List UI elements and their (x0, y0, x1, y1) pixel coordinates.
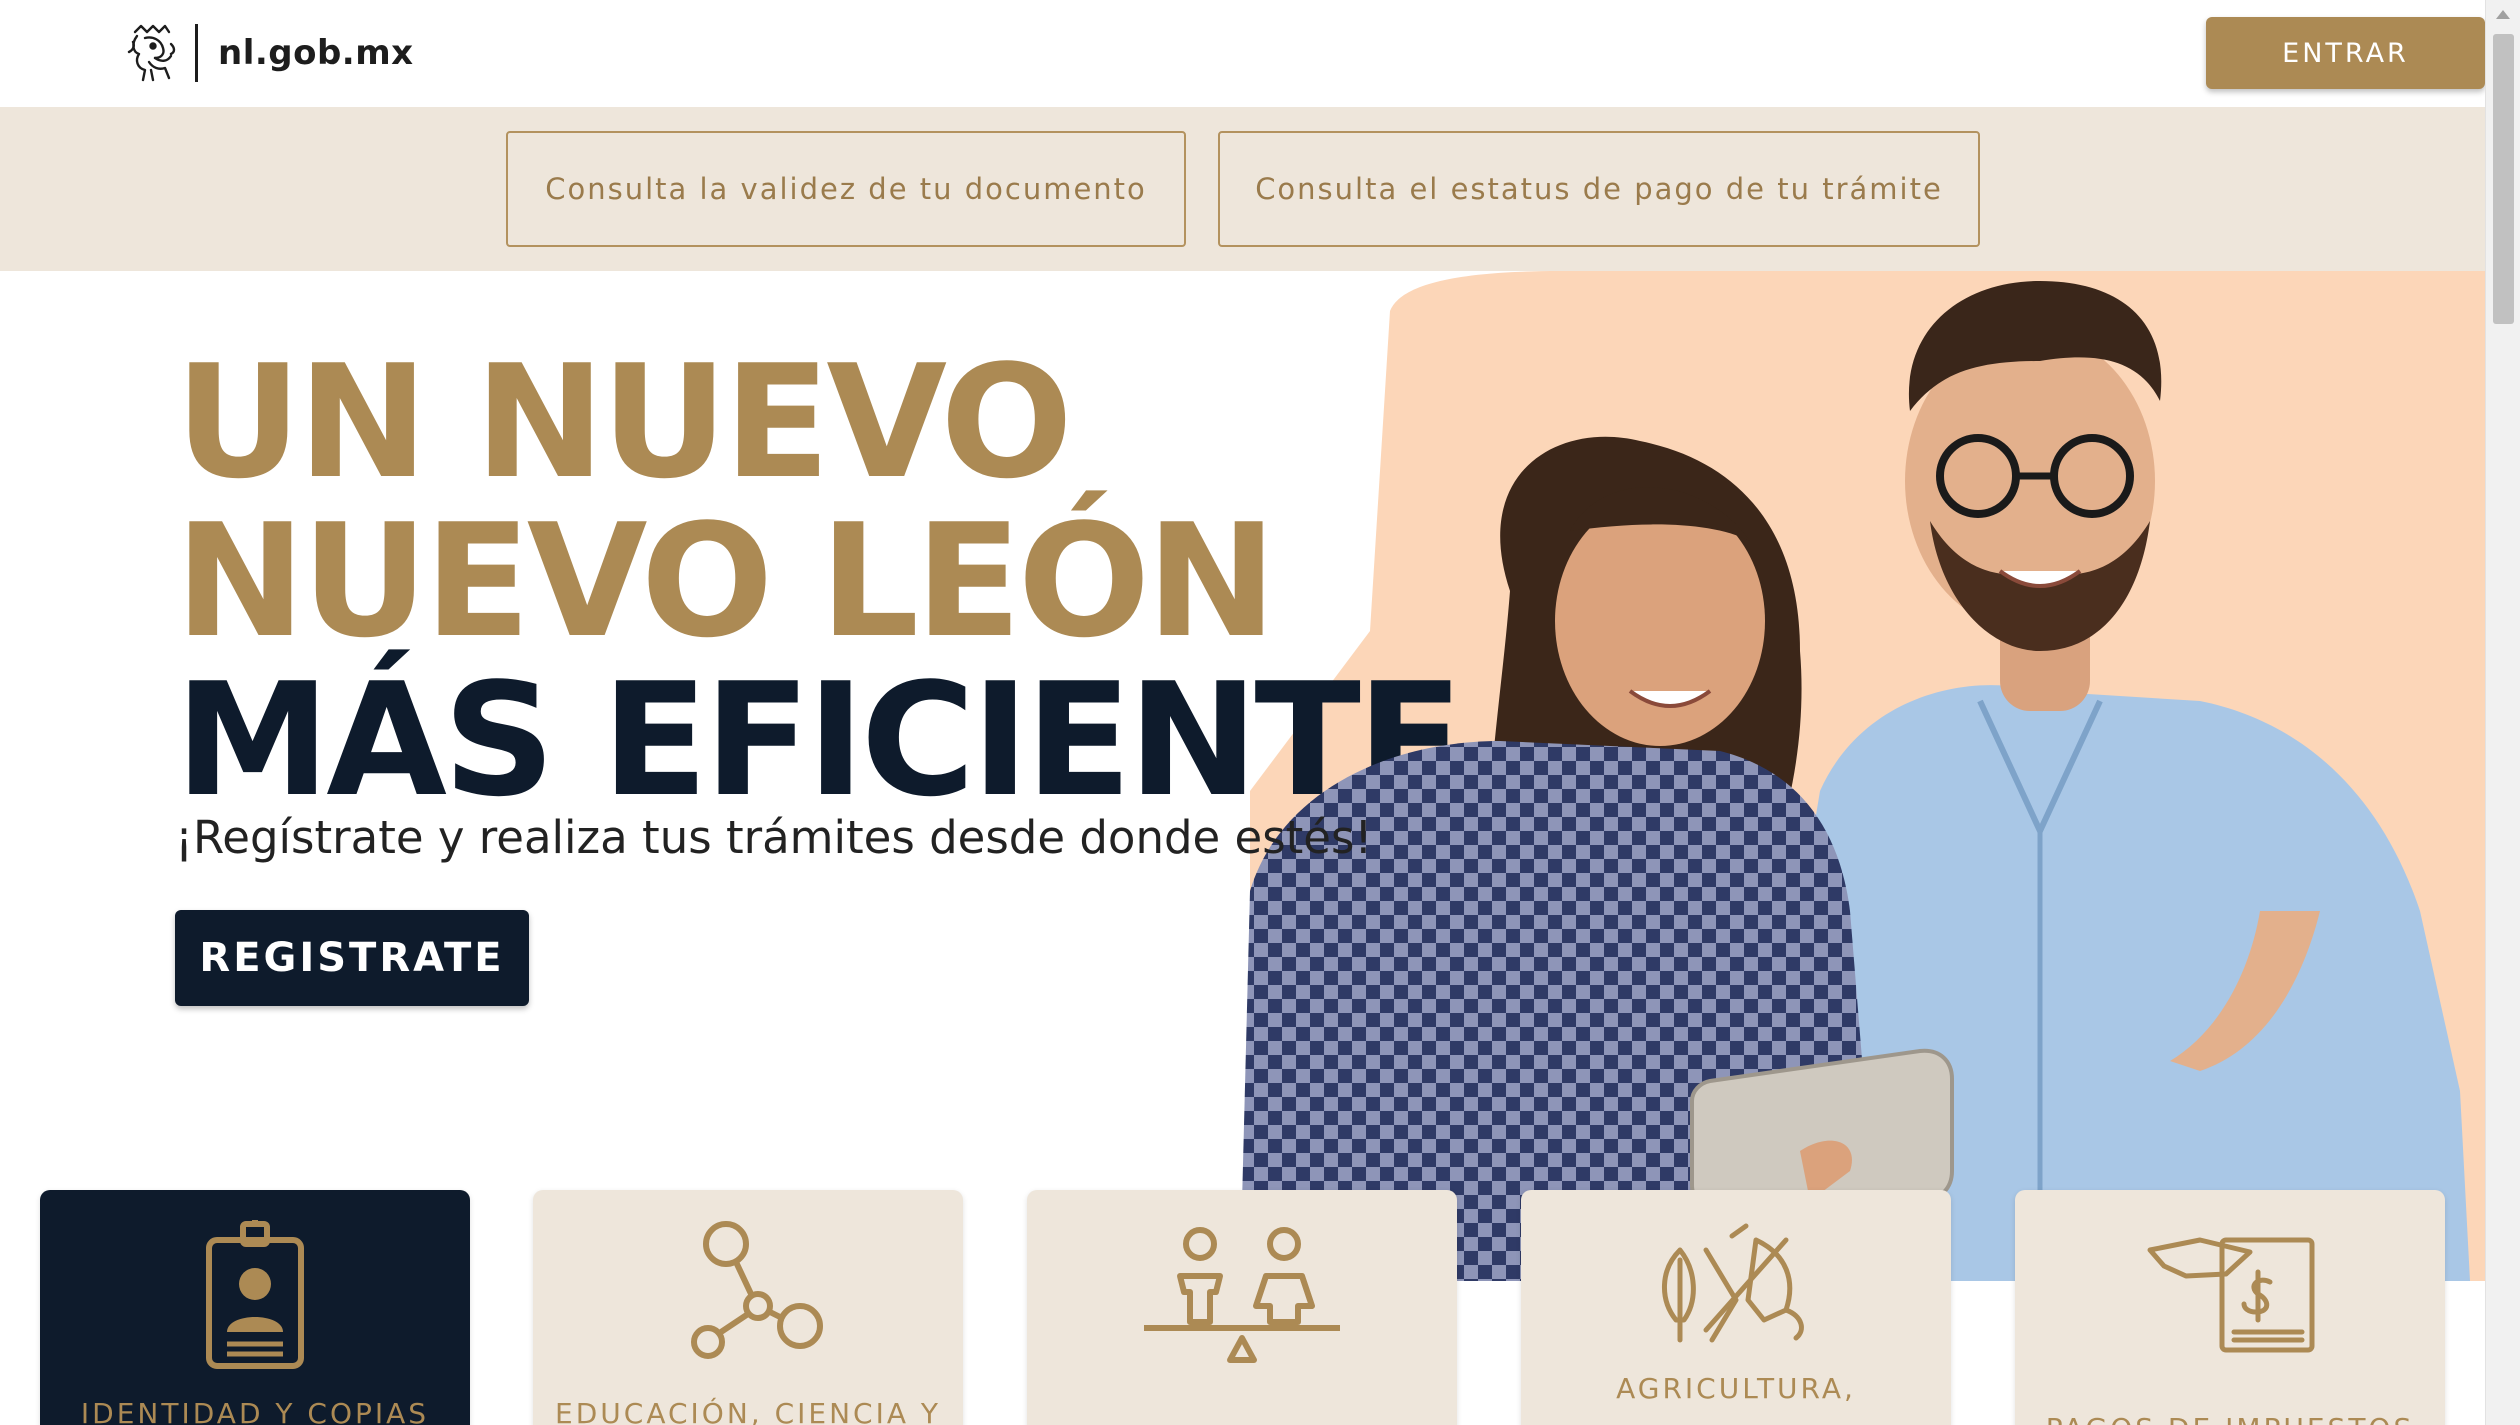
hero-people-illustration (1240, 281, 2470, 1281)
validate-document-button[interactable]: Consulta la validez de tu documento (506, 131, 1186, 247)
category-card-agricultura[interactable]: AGRICULTURA, (1521, 1190, 1951, 1425)
category-card-educacion[interactable]: EDUCACIÓN, CIENCIA Y (533, 1190, 963, 1425)
lion-crest-icon (127, 24, 176, 82)
category-label: IDENTIDAD Y COPIAS (80, 1397, 430, 1425)
logo-divider (195, 24, 198, 82)
login-button[interactable]: ENTRAR (2206, 17, 2485, 89)
register-button[interactable]: REGISTRATE (175, 910, 529, 1006)
network-nodes-icon (691, 1221, 823, 1359)
category-label: PAGOS DE IMPUESTOS (2025, 1410, 2435, 1425)
category-card-pagos[interactable]: PAGOS DE IMPUESTOS (2015, 1190, 2445, 1425)
tax-payment-icon (2147, 1237, 2315, 1353)
plants-animal-icon (1662, 1223, 1804, 1343)
page-scrollbar[interactable] (2485, 0, 2520, 1425)
headline-line-2: NUEVO LEÓN (175, 490, 1277, 672)
scrollbar-thumb[interactable] (2493, 34, 2514, 324)
category-label: AGRICULTURA, (1616, 1372, 1856, 1405)
headline-line-1: UN NUEVO (175, 331, 1073, 513)
payment-status-button[interactable]: Consulta el estatus de pago de tu trámit… (1218, 131, 1980, 247)
scroll-up-icon[interactable] (2496, 10, 2510, 19)
site-logo[interactable]: nl.gob.mx (125, 22, 414, 84)
category-label: EDUCACIÓN, CIENCIA Y (555, 1397, 941, 1425)
logo-text: nl.gob.mx (218, 33, 414, 73)
quick-links-band: Consulta la validez de tu documento Cons… (0, 107, 2485, 271)
hero-subtitle: ¡Regístrate y realiza tus trámites desde… (175, 811, 1373, 864)
id-badge-icon (206, 1220, 304, 1369)
category-cards: IDENTIDAD Y COPIAS EDUCACIÓN, CIENCIA Y (0, 1190, 2485, 1425)
category-card-igualdad[interactable] (1027, 1190, 1457, 1425)
category-card-identidad[interactable]: IDENTIDAD Y COPIAS (40, 1190, 470, 1425)
site-header: nl.gob.mx ENTRAR (0, 0, 2485, 107)
equality-balance-icon (1144, 1227, 1340, 1363)
